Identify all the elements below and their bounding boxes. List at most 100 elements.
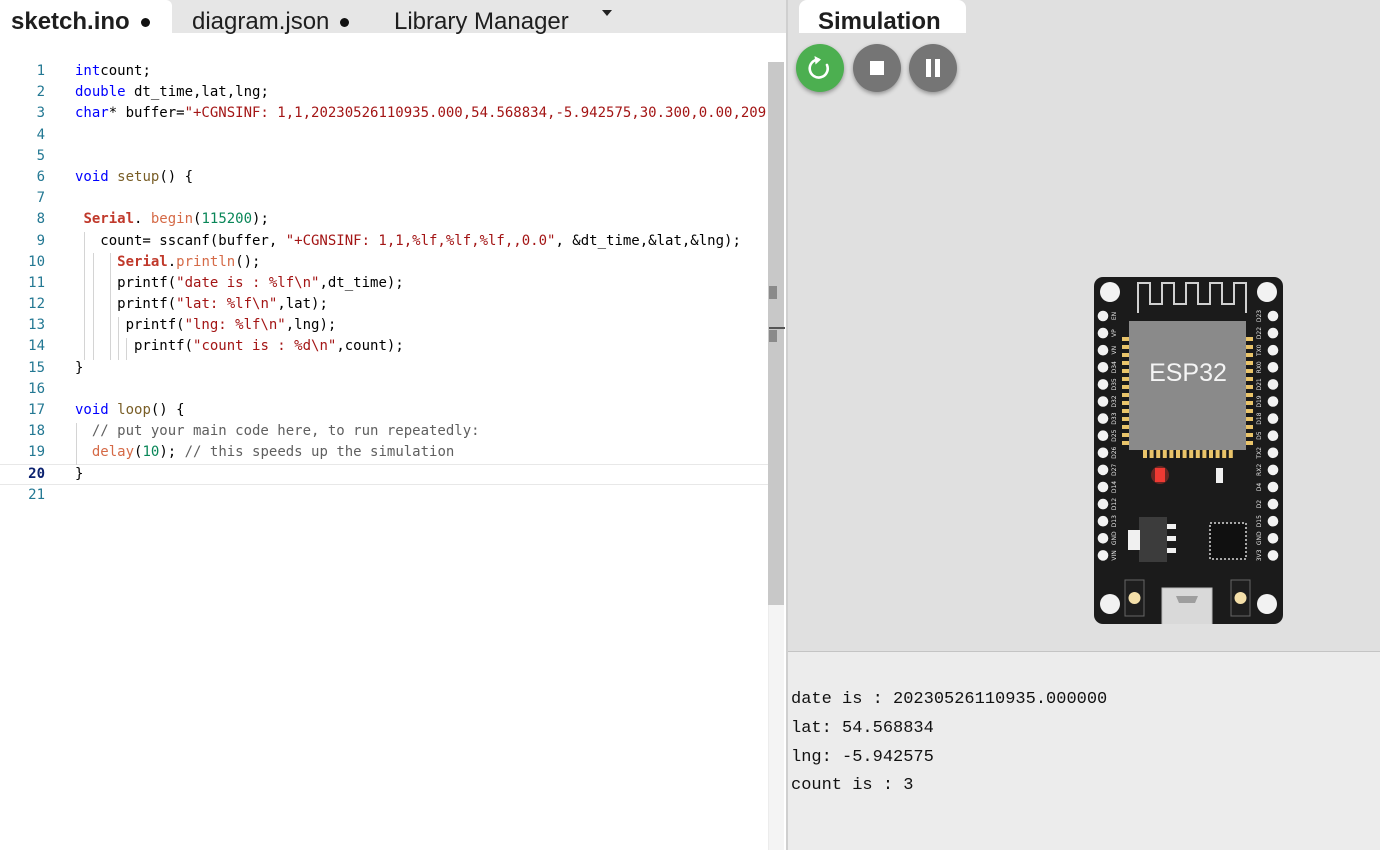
file-tab-bar: sketch.ino diagram.json Library Manager [0, 0, 786, 35]
pin-hole[interactable] [1267, 464, 1279, 476]
code-line[interactable]: 17 void loop() { [0, 400, 784, 421]
code-line[interactable]: 21 [0, 485, 784, 506]
pin-hole[interactable] [1267, 379, 1279, 390]
mount-hole [1257, 282, 1277, 302]
restart-simulation-button[interactable] [796, 44, 844, 92]
code-line[interactable]: 11 printf("date is : %lf\n",dt_time); [0, 273, 784, 294]
usb-port [1161, 587, 1213, 632]
pin-hole[interactable] [1267, 327, 1279, 339]
pause-icon [926, 59, 940, 77]
pin-label: D25 [1111, 429, 1118, 441]
code-line[interactable]: 7 [0, 188, 784, 209]
smd-component [1216, 468, 1223, 483]
code-line[interactable]: 12 printf("lat: %lf\n",lat); [0, 294, 784, 315]
serial-monitor[interactable]: date is : 20230526110935.000000 lat: 54.… [788, 651, 1380, 850]
tabs-dropdown-icon[interactable] [602, 10, 612, 16]
pin-hole[interactable] [1097, 362, 1109, 373]
code-line[interactable]: 2 double dt_time,lat,lng; [0, 82, 784, 103]
line-number: 20 [28, 465, 45, 482]
module-pad [1122, 401, 1129, 405]
code-line[interactable]: 6 void setup() { [0, 167, 784, 188]
pin-hole[interactable] [1267, 430, 1279, 441]
pin-label: D27 [1111, 464, 1118, 476]
pin-hole[interactable] [1097, 327, 1109, 339]
pin-hole[interactable] [1097, 413, 1109, 424]
unsaved-dot-icon [140, 18, 150, 27]
stop-simulation-button[interactable] [853, 44, 901, 92]
pin-hole[interactable] [1097, 396, 1109, 407]
module-pad [1246, 425, 1253, 429]
code-line[interactable]: 10 Serial.println(); [0, 252, 784, 273]
tab-library-manager[interactable]: Library Manager [394, 0, 569, 35]
tab-diagram-json[interactable]: diagram.json [192, 0, 350, 35]
pin-label: D14 [1111, 481, 1118, 493]
code-line[interactable]: 3 char* buffer="+CGNSINF: 1,1,20230526110… [0, 103, 784, 124]
pin-label: D32 [1111, 395, 1118, 407]
pin-hole[interactable] [1267, 533, 1279, 544]
pin-hole[interactable] [1267, 310, 1279, 322]
pin-hole[interactable] [1267, 413, 1279, 424]
line-number: 13 [28, 317, 45, 334]
code-token: ); [252, 211, 269, 228]
pin-hole[interactable] [1097, 464, 1109, 476]
pin-hole[interactable] [1097, 481, 1109, 493]
code-line[interactable]: 1 intcount; [0, 61, 784, 82]
pin-hole[interactable] [1097, 498, 1109, 510]
module-pad [1202, 450, 1207, 458]
code-token: // put your main code here, to run repea… [91, 423, 480, 440]
indent-guide [76, 423, 77, 465]
module-pad [1195, 450, 1200, 458]
pin-hole[interactable] [1267, 498, 1279, 510]
pin-label: D15 [1256, 515, 1263, 527]
code-text: intcount; [75, 61, 151, 82]
pin-hole[interactable] [1267, 362, 1279, 373]
pin-label: VP [1111, 329, 1118, 337]
pause-simulation-button[interactable] [909, 44, 957, 92]
code-line[interactable]: 8 Serial. begin(115200); [0, 209, 784, 230]
code-token: "lng: %lf\n" [184, 317, 286, 334]
code-line[interactable]: 5 [0, 146, 784, 167]
module-pad [1209, 450, 1213, 458]
code-line[interactable]: 4 [0, 125, 784, 146]
pin-hole[interactable] [1097, 550, 1109, 561]
code-token: } [75, 465, 84, 482]
code-token: () { [159, 168, 194, 185]
tab-sketch-ino[interactable]: sketch.ino [0, 0, 172, 35]
code-line[interactable]: 20} [0, 464, 784, 485]
module-pad [1143, 450, 1147, 458]
code-line[interactable]: 9 count= sscanf(buffer, "+CGNSINF: 1,1,%… [0, 231, 784, 252]
pin-hole[interactable] [1267, 515, 1279, 527]
code-line[interactable]: 19 delay(10); // this speeds up the simu… [0, 442, 784, 463]
pin-hole[interactable] [1097, 533, 1109, 544]
pin-hole[interactable] [1097, 447, 1109, 459]
esp32-board[interactable]: ESP32 EN VP VN D34 D35 D32 D33 D25 D26 D27 D14 D12 D… [1094, 277, 1283, 632]
code-text-area[interactable]: 1 intcount; 2 double dt_time,lat,lng; 3 char*… [0, 61, 784, 521]
pin-hole[interactable] [1267, 550, 1279, 561]
code-line[interactable]: 18 // put your main code here, to run re… [0, 421, 784, 442]
line-number: 10 [28, 253, 45, 270]
pin-hole[interactable] [1267, 396, 1279, 407]
pin-hole[interactable] [1097, 515, 1109, 527]
code-line[interactable]: 16 [0, 379, 784, 400]
pin-hole[interactable] [1097, 310, 1109, 322]
pin-hole[interactable] [1097, 379, 1109, 390]
line-number: 19 [28, 444, 45, 461]
line-number: 8 [36, 211, 45, 228]
indent-guide [110, 253, 111, 360]
pin-hole[interactable] [1097, 430, 1109, 441]
pin-hole[interactable] [1267, 344, 1279, 356]
pin-label: TX2 [1256, 447, 1263, 460]
pin-hole[interactable] [1097, 344, 1109, 356]
code-text: printf("count is : %d\n",count); [75, 336, 404, 357]
module-pad [1122, 337, 1129, 341]
tab-simulation[interactable]: Simulation [799, 0, 966, 35]
module-pad [1176, 450, 1180, 458]
pin-label: D22 [1256, 327, 1263, 339]
code-line[interactable]: 15} [0, 358, 784, 379]
pin-hole[interactable] [1267, 447, 1279, 459]
module-pad [1246, 441, 1253, 445]
code-token: () { [150, 402, 185, 418]
pin-hole[interactable] [1267, 481, 1279, 493]
line-number: 18 [28, 423, 45, 440]
module-pad [1246, 409, 1253, 413]
